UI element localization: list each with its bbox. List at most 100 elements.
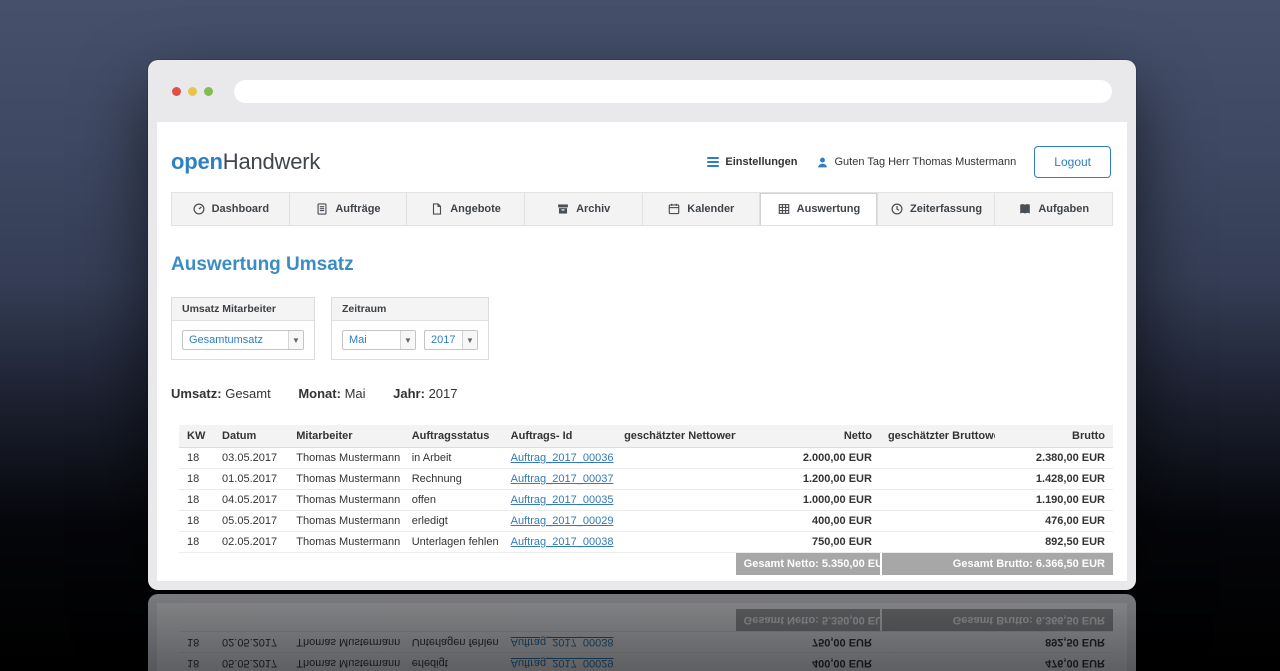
umsatz-select-wrap: Gesamtumsatz ▼ bbox=[182, 330, 304, 350]
desktop-background: openHandwerk Einstellungen Guten Tag Her… bbox=[0, 0, 1280, 671]
tab-auswertung[interactable]: Auswertung bbox=[759, 193, 877, 225]
table-header-row: KW Datum Mitarbeiter Auftragsstatus Auft… bbox=[179, 425, 1113, 448]
month-select-wrap: Mai ▼ bbox=[342, 330, 416, 350]
offers-icon bbox=[433, 203, 442, 215]
clock-icon bbox=[891, 203, 903, 215]
year-select[interactable]: 2017 bbox=[424, 330, 478, 350]
cell-gesch-nettowert bbox=[616, 489, 736, 511]
table-row: 18 05.05.2017 Thomas Mustermann erledigt… bbox=[179, 510, 1113, 532]
tab-auftraege[interactable]: Aufträge bbox=[288, 193, 407, 225]
cell-auftrag-id: Auftrag_2017_00037 bbox=[502, 468, 617, 490]
cell-datum: 05.05.2017 bbox=[214, 510, 289, 532]
cell-kw: 18 bbox=[179, 468, 215, 490]
cell-gesch-nettowert bbox=[616, 447, 736, 469]
summary-monat-label: Monat: bbox=[298, 386, 341, 401]
logo-open-text: open bbox=[171, 149, 223, 174]
orders-icon bbox=[317, 203, 327, 215]
cell-kw: 18 bbox=[179, 489, 215, 511]
column-header: Brutto bbox=[995, 425, 1113, 448]
cell-datum: 02.05.2017 bbox=[214, 531, 289, 553]
revenue-table-container: KW Datum Mitarbeiter Auftragsstatus Auft… bbox=[179, 425, 1113, 575]
column-header: Auftrags- Id bbox=[502, 425, 617, 448]
cell-gesch-bruttowert bbox=[879, 510, 996, 532]
tab-archiv[interactable]: Archiv bbox=[523, 193, 642, 225]
cell-mitarbeiter: Thomas Mustermann bbox=[288, 510, 404, 532]
browser-titlebar bbox=[148, 60, 1136, 122]
total-netto-cell: Gesamt Netto: 5.350,00 EUR bbox=[735, 553, 880, 575]
user-icon bbox=[816, 156, 829, 169]
cell-brutto: 2.380,00 EUR bbox=[995, 447, 1113, 469]
table-row: 18 04.05.2017 Thomas Mustermann offen Au… bbox=[179, 489, 1113, 511]
summary-jahr-label: Jahr: bbox=[393, 386, 425, 401]
month-select[interactable]: Mai bbox=[342, 330, 416, 350]
filters-row: Umsatz Mitarbeiter Gesamtumsatz ▼ Zeitra… bbox=[171, 297, 1113, 360]
cell-auftrag-id: Auftrag_2017_00035 bbox=[502, 489, 617, 511]
cell-auftrag-id: Auftrag_2017_00036 bbox=[502, 447, 617, 469]
window-close-button[interactable] bbox=[172, 86, 181, 96]
header-right-cluster: Einstellungen Guten Tag Herr Thomas Must… bbox=[707, 146, 1111, 178]
table-row: 18 02.05.2017 Thomas Mustermann Unterlag… bbox=[179, 531, 1113, 553]
summary-umsatz-value: Gesamt bbox=[225, 386, 271, 401]
tab-zeiterfassung[interactable]: Zeiterfassung bbox=[876, 193, 995, 225]
filter-zeitraum: Zeitraum Mai ▼ 2017 ▼ bbox=[331, 297, 489, 360]
column-header: geschätzter Bruttowert bbox=[879, 425, 996, 448]
summary-jahr-value: 2017 bbox=[428, 386, 458, 401]
order-link[interactable]: Auftrag_2017_00035 bbox=[511, 494, 614, 506]
revenue-table: KW Datum Mitarbeiter Auftragsstatus Auft… bbox=[179, 425, 1113, 575]
user-greeting: Guten Tag Herr Thomas Mustermann bbox=[816, 156, 1017, 169]
order-link[interactable]: Auftrag_2017_00038 bbox=[511, 536, 614, 548]
cell-status: erledigt bbox=[403, 510, 503, 532]
cell-auftrag-id: Auftrag_2017_00038 bbox=[502, 531, 617, 553]
app-logo[interactable]: openHandwerk bbox=[171, 149, 320, 175]
cell-status: in Arbeit bbox=[403, 447, 503, 469]
logout-button[interactable]: Logout bbox=[1034, 146, 1111, 178]
year-select-wrap: 2017 ▼ bbox=[424, 330, 478, 350]
greeting-text: Guten Tag Herr Thomas Mustermann bbox=[834, 156, 1017, 168]
cell-status: Rechnung bbox=[403, 468, 503, 490]
settings-menu-icon bbox=[707, 157, 720, 167]
tab-dashboard[interactable]: Dashboard bbox=[172, 193, 289, 225]
column-header: Auftragsstatus bbox=[403, 425, 503, 448]
calendar-icon bbox=[668, 203, 680, 215]
summary-line: Umsatz: Gesamt Monat: Mai Jahr: 2017 bbox=[171, 386, 1113, 401]
cell-netto: 1.000,00 EUR bbox=[735, 489, 880, 511]
total-brutto-cell: Gesamt Brutto: 6.366,50 EUR bbox=[880, 553, 1113, 575]
order-link[interactable]: Auftrag_2017_00029 bbox=[511, 515, 614, 527]
total-row-spacer bbox=[179, 553, 736, 576]
column-header: Mitarbeiter bbox=[288, 425, 404, 448]
cell-mitarbeiter: Thomas Mustermann bbox=[288, 468, 404, 490]
cell-gesch-bruttowert bbox=[879, 489, 996, 511]
umsatz-mitarbeiter-select[interactable]: Gesamtumsatz bbox=[182, 330, 304, 350]
filter-umsatz-label: Umsatz Mitarbeiter bbox=[172, 298, 314, 321]
column-header: KW bbox=[179, 425, 215, 448]
settings-link[interactable]: Einstellungen bbox=[707, 156, 798, 168]
app-page: openHandwerk Einstellungen Guten Tag Her… bbox=[157, 122, 1127, 581]
cell-brutto: 1.428,00 EUR bbox=[995, 468, 1113, 490]
cell-gesch-bruttowert bbox=[879, 447, 996, 469]
tab-label: Zeiterfassung bbox=[909, 203, 983, 215]
archive-icon bbox=[558, 204, 568, 214]
tab-kalender[interactable]: Kalender bbox=[641, 193, 760, 225]
column-header: Netto bbox=[735, 425, 880, 448]
table-total-row: Gesamt Netto: 5.350,00 EUR Gesamt Brutto… bbox=[179, 553, 1113, 576]
tab-label: Angebote bbox=[450, 203, 501, 215]
window-minimize-button[interactable] bbox=[188, 86, 197, 96]
cell-gesch-nettowert bbox=[616, 468, 736, 490]
tab-label: Auswertung bbox=[796, 203, 861, 215]
order-link[interactable]: Auftrag_2017_00036 bbox=[511, 452, 614, 464]
cell-status: offen bbox=[403, 489, 503, 511]
window-zoom-button[interactable] bbox=[204, 86, 213, 96]
tab-aufgaben[interactable]: Aufgaben bbox=[994, 193, 1112, 225]
cell-gesch-bruttowert bbox=[879, 468, 996, 490]
cell-kw: 18 bbox=[179, 510, 215, 532]
order-link[interactable]: Auftrag_2017_00037 bbox=[511, 473, 614, 485]
filter-zeitraum-label: Zeitraum bbox=[332, 298, 488, 321]
cell-brutto: 892,50 EUR bbox=[995, 531, 1113, 553]
column-header: Datum bbox=[214, 425, 289, 448]
cell-netto: 750,00 EUR bbox=[735, 531, 880, 553]
cell-netto: 1.200,00 EUR bbox=[735, 468, 880, 490]
tab-angebote[interactable]: Angebote bbox=[406, 193, 524, 225]
cell-kw: 18 bbox=[179, 447, 215, 469]
cell-netto: 400,00 EUR bbox=[735, 510, 880, 532]
url-bar[interactable] bbox=[234, 79, 1112, 103]
